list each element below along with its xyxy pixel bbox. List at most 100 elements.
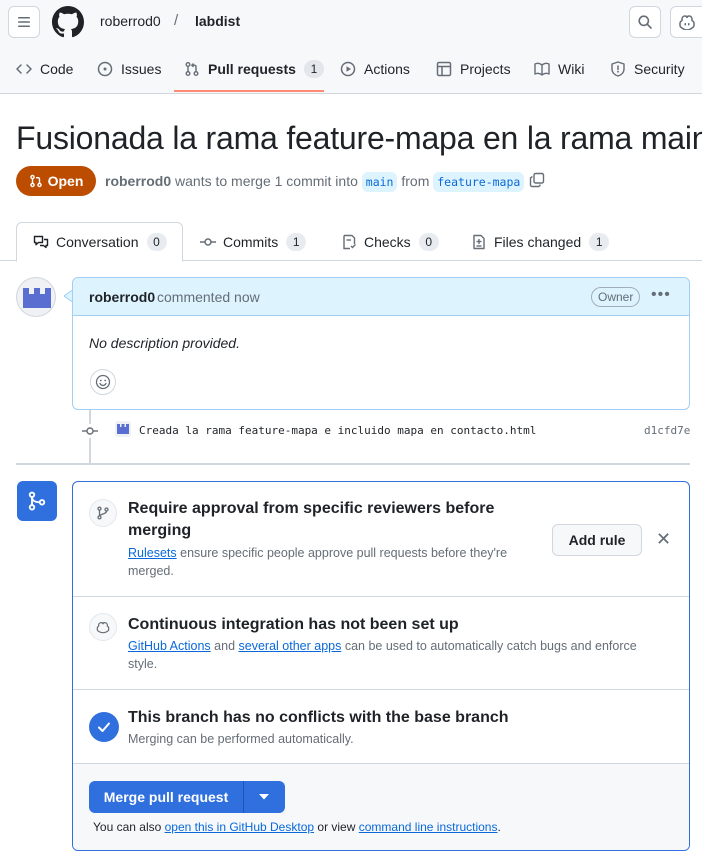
- commit-message[interactable]: Creada la rama feature-mapa e incluido m…: [139, 424, 536, 437]
- tab-conversation-count: 0: [146, 233, 167, 251]
- owner-badge: Owner: [591, 287, 641, 307]
- branch-rule-icon-wrap: [89, 499, 117, 527]
- tab-commits[interactable]: Commits 1: [200, 222, 307, 261]
- nav-security[interactable]: Security: [610, 44, 685, 94]
- copilot-icon: [679, 15, 695, 30]
- pr-meta-text: wants to merge 1 commit into: [175, 173, 358, 189]
- tab-files-changed[interactable]: Files changed 1: [471, 222, 610, 261]
- nav-projects[interactable]: Projects: [436, 44, 511, 94]
- pr-merge-summary: roberrod0 wants to merge 1 commit into m…: [105, 172, 525, 192]
- kebab-horizontal-icon[interactable]: •••: [651, 286, 671, 304]
- reviewers-description: Rulesets ensure specific people approve …: [128, 544, 528, 580]
- avatar[interactable]: [16, 277, 56, 317]
- tab-commits-count: 1: [286, 232, 307, 251]
- nav-code[interactable]: Code: [16, 44, 73, 94]
- ci-section: Continuous integration has not been set …: [73, 597, 689, 690]
- status-badge: Open: [16, 166, 96, 196]
- copilot-button[interactable]: [670, 6, 702, 38]
- checklist-icon: [343, 234, 356, 249]
- base-branch[interactable]: main: [361, 172, 398, 192]
- ci-icon-wrap: [89, 613, 117, 641]
- merge-box: Require approval from specific reviewers…: [72, 481, 690, 851]
- repo-nav: Code Issues Pull requests 1 Actions Proj…: [0, 44, 702, 94]
- pull-requests-count: 1: [303, 60, 324, 78]
- git-merge-icon: [28, 491, 46, 511]
- tab-conversation-label: Conversation: [56, 234, 139, 250]
- page-title: Fusionada la rama feature-mapa en la ram…: [16, 120, 702, 156]
- open-desktop-link[interactable]: open this in GitHub Desktop: [165, 820, 314, 834]
- git-commit-icon: [200, 237, 216, 246]
- also-suffix: .: [497, 820, 501, 834]
- avatar[interactable]: [115, 421, 131, 437]
- pull-request-icon: [185, 62, 199, 76]
- github-logo-icon[interactable]: [52, 6, 84, 38]
- nav-wiki-label: Wiki: [558, 61, 585, 77]
- reviewers-description-text: ensure specific people approve pull requ…: [128, 546, 508, 578]
- file-diff-icon: [473, 234, 485, 249]
- comment-header: roberrod0 commented now Owner •••: [73, 278, 689, 316]
- tab-files-changed-count: 1: [589, 232, 610, 251]
- comment-body: No description provided.: [89, 335, 240, 351]
- search-button[interactable]: [629, 6, 661, 38]
- breadcrumb-owner[interactable]: roberrod0: [100, 13, 161, 29]
- merge-status-icon-box: [17, 481, 57, 521]
- shield-icon: [611, 61, 625, 77]
- close-icon[interactable]: ✕: [656, 529, 671, 550]
- tab-conversation[interactable]: Conversation 0: [16, 222, 183, 262]
- conflicts-description: Merging can be performed automatically.: [128, 732, 354, 746]
- nav-pull-requests[interactable]: Pull requests 1: [184, 44, 324, 94]
- merge-pull-request-button[interactable]: Merge pull request: [89, 781, 244, 813]
- add-reaction-button[interactable]: [90, 369, 116, 395]
- pr-author-link[interactable]: roberrod0: [105, 173, 171, 189]
- ci-title: Continuous integration has not been set …: [128, 616, 459, 633]
- nav-wiki[interactable]: Wiki: [534, 44, 584, 94]
- code-icon: [16, 64, 32, 74]
- active-tab-underline: [174, 90, 324, 92]
- pr-from-text: from: [401, 173, 430, 189]
- command-line-link[interactable]: command line instructions: [359, 820, 498, 834]
- nav-security-label: Security: [634, 61, 685, 77]
- timeline-divider: [16, 463, 690, 465]
- conflicts-title: This branch has no conflicts with the ba…: [128, 709, 509, 726]
- nav-issues[interactable]: Issues: [97, 44, 161, 94]
- identicon-icon: [23, 288, 51, 308]
- breadcrumb-repo[interactable]: labdist: [195, 13, 240, 29]
- comment-card: roberrod0 commented now Owner ••• No des…: [72, 277, 690, 410]
- merge-button-group: Merge pull request: [89, 781, 285, 813]
- issue-icon: [97, 61, 113, 77]
- github-actions-link[interactable]: GitHub Actions: [128, 639, 211, 653]
- nav-code-label: Code: [40, 61, 74, 77]
- smiley-icon: [95, 374, 111, 390]
- head-branch[interactable]: feature-mapa: [433, 172, 525, 192]
- copy-icon[interactable]: [529, 172, 545, 188]
- tab-checks-count: 0: [418, 232, 439, 251]
- merge-alternatives: You can also open this in GitHub Desktop…: [93, 820, 501, 834]
- search-icon: [638, 15, 652, 29]
- nav-pull-requests-label: Pull requests: [208, 61, 296, 77]
- ci-description: GitHub Actions and several other apps ca…: [128, 637, 668, 673]
- ci-and-text: and: [214, 639, 236, 653]
- commit-sha[interactable]: d1cfd7e: [644, 424, 690, 437]
- pull-request-icon: [29, 174, 42, 188]
- tab-checks-label: Checks: [364, 233, 411, 250]
- rulesets-link[interactable]: Rulesets: [128, 546, 177, 560]
- triangle-down-icon: [259, 794, 269, 800]
- also-prefix: You can also: [93, 820, 162, 834]
- status-label: Open: [47, 173, 84, 189]
- comment-author[interactable]: roberrod0: [89, 289, 155, 305]
- reviewers-section: Require approval from specific reviewers…: [73, 482, 689, 597]
- merge-method-dropdown[interactable]: [244, 781, 284, 813]
- hamburger-icon: [18, 17, 30, 27]
- nav-issues-label: Issues: [121, 61, 162, 77]
- play-icon: [340, 61, 356, 77]
- add-rule-button[interactable]: Add rule: [552, 524, 642, 556]
- menu-button[interactable]: [8, 6, 40, 38]
- conflicts-section: This branch has no conflicts with the ba…: [73, 690, 689, 764]
- reviewers-title: Require approval from specific reviewers…: [128, 500, 495, 539]
- tab-checks[interactable]: Checks 0: [341, 222, 439, 261]
- nav-actions[interactable]: Actions: [340, 44, 410, 94]
- check-icon: [98, 722, 110, 732]
- check-circle-icon-wrap: [89, 712, 119, 742]
- other-apps-link[interactable]: several other apps: [239, 639, 342, 653]
- comment-timestamp[interactable]: commented now: [157, 289, 260, 305]
